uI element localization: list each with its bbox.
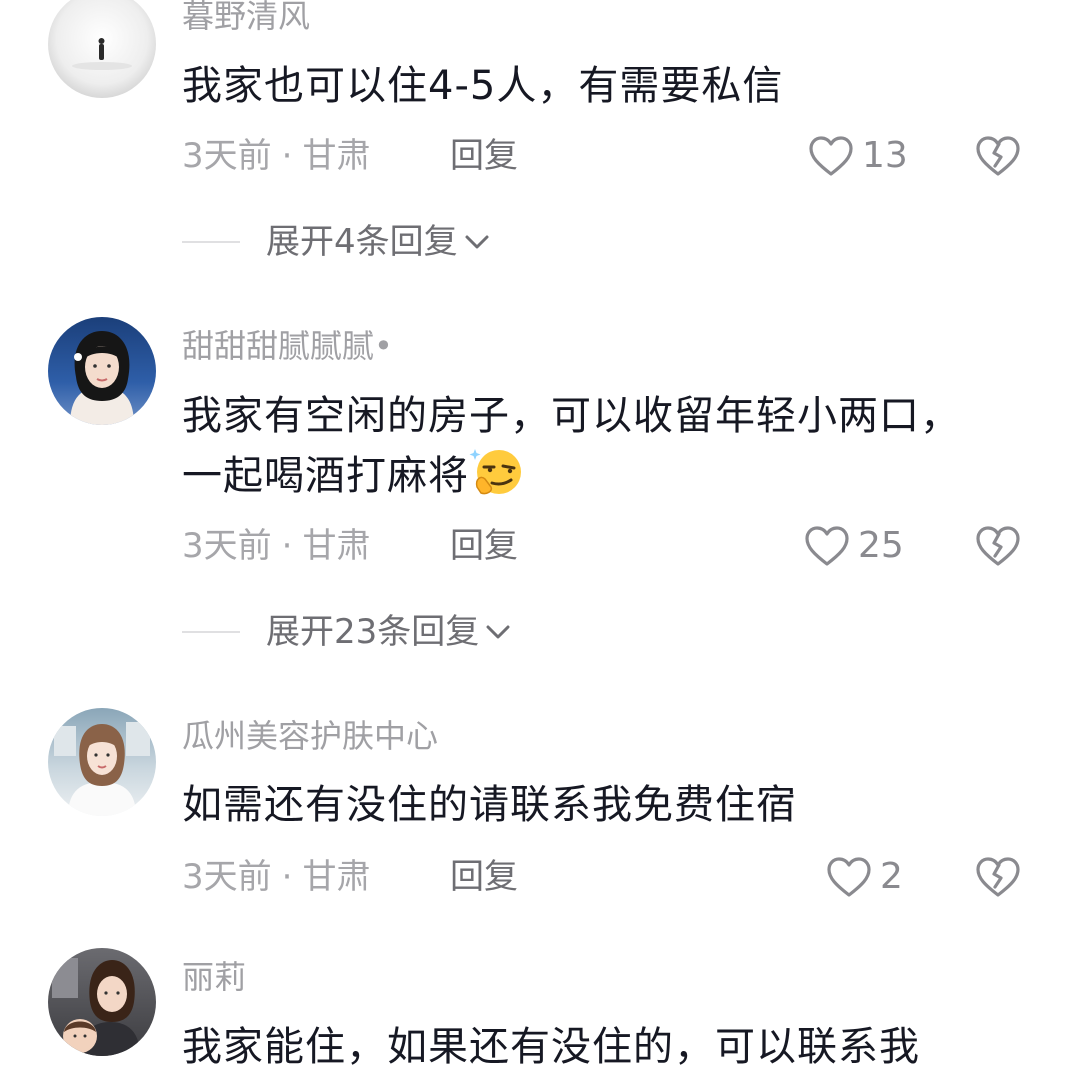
broken-heart-icon <box>976 857 1020 897</box>
broken-heart-icon <box>976 136 1020 176</box>
smirk-emoji-icon <box>469 449 521 495</box>
username[interactable]: 甜甜甜腻腻腻• <box>182 326 393 366</box>
expand-replies-button[interactable]: 展开4条回复 <box>182 220 490 264</box>
comment-meta: 3天前 · 甘肃 <box>182 524 370 568</box>
heart-outline-icon <box>805 526 849 566</box>
divider <box>182 241 240 243</box>
like-button[interactable]: 25 <box>804 524 904 568</box>
username[interactable]: 暮野清风 <box>182 0 310 36</box>
avatar[interactable] <box>48 948 156 1056</box>
separator: · <box>281 857 293 897</box>
comment-meta: 3天前 · 甘肃 <box>182 134 370 178</box>
heart-outline-icon <box>827 857 871 897</box>
broken-heart-icon <box>976 526 1020 566</box>
comment-text: 我家能住，如果还有没住的，可以联系我 <box>182 1024 920 1070</box>
comment-text-line: 我家有空闲的房子，可以收留年轻小两口， <box>182 393 961 439</box>
separator: · <box>281 136 293 176</box>
location: 甘肃 <box>302 136 371 176</box>
separator: · <box>281 526 293 566</box>
avatar[interactable] <box>48 0 156 98</box>
avatar[interactable] <box>48 708 156 816</box>
chevron-down-icon <box>486 625 510 639</box>
comment-text: 我家有空闲的房子，可以收留年轻小两口， 一起喝酒打麻将 <box>182 387 1032 505</box>
like-count: 25 <box>858 525 904 566</box>
like-count: 13 <box>862 135 908 176</box>
username[interactable]: 丽莉 <box>182 957 246 997</box>
location: 甘肃 <box>302 857 371 897</box>
expand-replies-label: 展开23条回复 <box>266 612 480 652</box>
timestamp: 3天前 <box>182 857 272 897</box>
divider <box>182 631 240 633</box>
location: 甘肃 <box>302 526 371 566</box>
dislike-button[interactable] <box>975 135 1021 177</box>
comment-text: 我家也可以住4-5人，有需要私信 <box>182 63 784 109</box>
like-button[interactable]: 2 <box>826 855 903 899</box>
heart-outline-icon <box>809 136 853 176</box>
comment-meta: 3天前 · 甘肃 <box>182 855 370 899</box>
like-button[interactable]: 13 <box>808 134 908 178</box>
expand-replies-button[interactable]: 展开23条回复 <box>182 610 511 654</box>
comment-text-fragment: 一起喝酒打麻将 <box>182 453 469 499</box>
reply-button[interactable]: 回复 <box>450 134 518 178</box>
comment-text-line: 一起喝酒打麻将 <box>182 445 1032 505</box>
chevron-down-icon <box>465 235 489 249</box>
avatar[interactable] <box>48 317 156 425</box>
dislike-button[interactable] <box>975 856 1021 898</box>
dislike-button[interactable] <box>975 525 1021 567</box>
expand-replies-label: 展开4条回复 <box>266 222 458 262</box>
comment-text: 如需还有没住的请联系我免费住宿 <box>182 782 797 828</box>
reply-button[interactable]: 回复 <box>450 855 518 899</box>
username[interactable]: 瓜州美容护肤中心 <box>182 716 438 756</box>
timestamp: 3天前 <box>182 526 272 566</box>
timestamp: 3天前 <box>182 136 272 176</box>
like-count: 2 <box>880 856 903 897</box>
reply-button[interactable]: 回复 <box>450 524 518 568</box>
